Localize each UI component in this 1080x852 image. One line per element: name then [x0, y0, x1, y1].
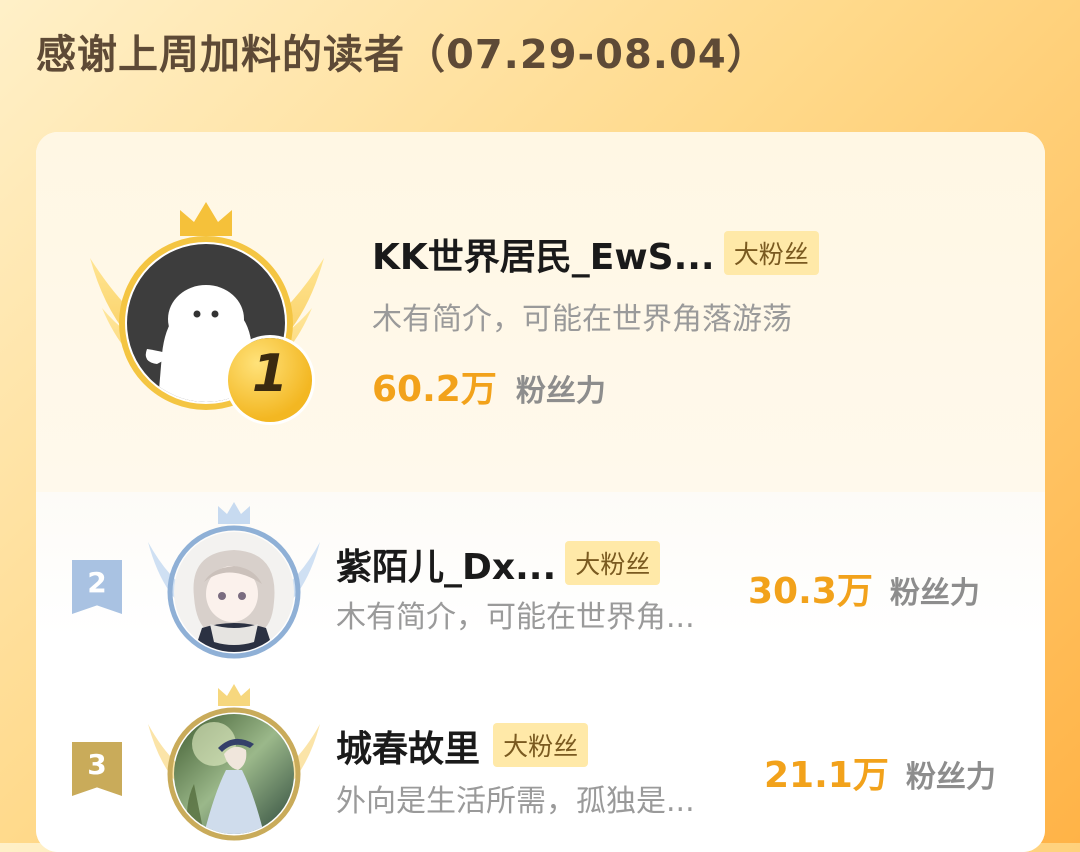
- reader-3-score-unit: 粉丝力: [905, 760, 996, 795]
- reader-1-score-unit: 粉丝力: [515, 374, 606, 409]
- reader-3-score-block: 21.1万 粉丝力: [764, 746, 996, 798]
- anime-girl-avatar[interactable]: [174, 532, 294, 652]
- reader-3-fan-badge: 大粉丝: [493, 723, 589, 767]
- reader-2-score: 30.3万: [748, 571, 873, 612]
- reader-1-score-block: 60.2万 粉丝力: [372, 360, 606, 412]
- rank-1-medal: 1: [228, 338, 312, 422]
- reader-1-name[interactable]: KK世界居民_EwS...: [372, 237, 715, 278]
- reader-2-score-block: 30.3万 粉丝力: [748, 562, 980, 614]
- reader-1-bio: 木有简介，可能在世界角落游荡: [372, 302, 792, 337]
- reader-3-row[interactable]: 城春故里 大粉丝: [336, 720, 589, 773]
- reader-2-fan-badge: 大粉丝: [565, 541, 661, 585]
- rank-1-number: 1: [251, 344, 289, 404]
- reader-2-name[interactable]: 紫陌儿_Dx...: [336, 547, 556, 588]
- painting-avatar[interactable]: [174, 714, 294, 834]
- reader-3-name[interactable]: 城春故里: [336, 729, 480, 770]
- page-title: 感谢上周加料的读者（07.29-08.04）: [36, 32, 768, 78]
- reader-2-score-unit: 粉丝力: [889, 576, 980, 611]
- reader-2-bio: 木有简介，可能在世界角...: [336, 600, 695, 635]
- reader-1-score: 60.2万: [372, 369, 497, 410]
- reader-3-score: 21.1万: [764, 755, 889, 796]
- rank-2-number: 2: [87, 566, 107, 599]
- leaderboard-card: 1 KK世界居民_EwS... 大粉丝 木有简介，可能在世界角落游荡 60.2万…: [36, 132, 1045, 852]
- rank-3-number: 3: [87, 748, 107, 781]
- reader-3-bio: 外向是生活所需，孤独是...: [336, 784, 695, 819]
- reader-1-row[interactable]: KK世界居民_EwS... 大粉丝: [372, 228, 819, 281]
- reader-2-row[interactable]: 紫陌儿_Dx... 大粉丝: [336, 538, 661, 591]
- reader-1-fan-badge: 大粉丝: [723, 231, 819, 275]
